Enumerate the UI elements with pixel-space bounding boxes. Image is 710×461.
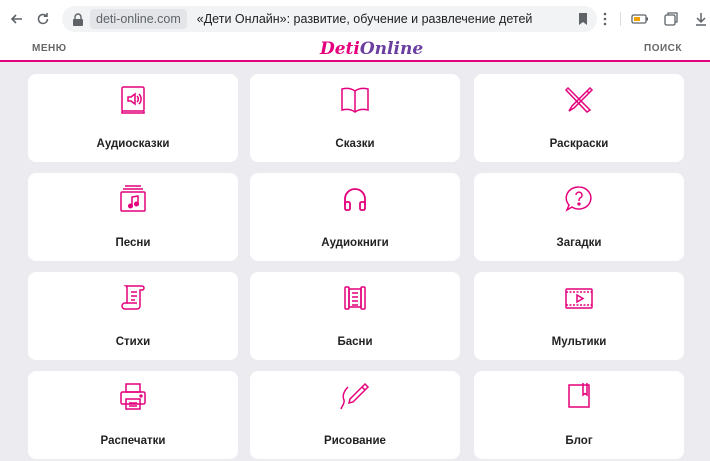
lock-icon <box>72 12 84 26</box>
question-bubble-icon <box>565 186 592 212</box>
battery-icon <box>630 10 650 28</box>
open-book-icon <box>341 87 369 113</box>
category-card-printables[interactable]: Распечатки <box>28 371 238 459</box>
category-card-blog[interactable]: Блог <box>474 371 684 459</box>
music-note-icon <box>120 185 146 212</box>
page-title: «Дети Онлайн»: развитие, обучение и разв… <box>196 12 533 26</box>
scroll-poem-icon <box>121 285 145 310</box>
notebook-icon <box>568 383 590 408</box>
category-card-audiobooks[interactable]: Аудиокниги <box>250 173 460 261</box>
category-card-coloring[interactable]: Раскраски <box>474 74 684 162</box>
category-card-fables[interactable]: Басни <box>250 272 460 360</box>
browser-toolbar: deti-online.com «Дети Онлайн»: развитие,… <box>0 0 710 38</box>
category-card-tales[interactable]: Сказки <box>250 74 460 162</box>
url-domain[interactable]: deti-online.com <box>90 9 187 29</box>
category-label: Песни <box>115 237 151 249</box>
category-card-drawing[interactable]: Рисование <box>250 371 460 459</box>
headphones-icon <box>344 188 366 211</box>
toolbar-divider <box>620 12 621 26</box>
menu-button[interactable]: МЕНЮ <box>32 43 67 54</box>
category-card-songs[interactable]: Песни <box>28 173 238 261</box>
category-label: Загадки <box>556 237 602 249</box>
category-label: Аудиокниги <box>321 237 389 249</box>
more-menu-icon[interactable] <box>598 10 612 28</box>
back-arrow-icon[interactable] <box>8 10 26 28</box>
speaker-book-icon <box>121 86 145 114</box>
printer-icon <box>120 383 146 410</box>
bookmark-icon[interactable] <box>575 10 591 28</box>
tabs-icon[interactable] <box>662 10 680 28</box>
search-button[interactable]: ПОИСК <box>644 43 682 54</box>
category-label: Басни <box>337 336 373 348</box>
category-card-cartoons[interactable]: Мультики <box>474 272 684 360</box>
category-label: Распечатки <box>100 435 166 447</box>
site-logo[interactable]: DetiOnline <box>320 39 423 59</box>
category-label: Сказки <box>335 138 375 150</box>
address-bar[interactable]: deti-online.com «Дети Онлайн»: развитие,… <box>62 6 597 32</box>
category-label: Стихи <box>115 336 151 348</box>
film-play-icon <box>565 288 593 309</box>
category-label: Блог <box>565 435 593 447</box>
category-card-riddles[interactable]: Загадки <box>474 173 684 261</box>
category-label: Мультики <box>551 336 607 348</box>
category-label: Рисование <box>324 435 386 447</box>
category-label: Аудиосказки <box>96 138 170 150</box>
download-icon[interactable] <box>692 10 710 28</box>
reload-icon[interactable] <box>34 10 52 28</box>
scroll-fable-icon <box>344 286 366 310</box>
pen-drawing-icon <box>340 382 370 410</box>
site-header: МЕНЮ DetiOnline ПОИСК <box>0 38 710 62</box>
pencil-brush-icon <box>564 86 594 113</box>
category-label: Раскраски <box>549 138 609 150</box>
category-card-audio-tales[interactable]: Аудиосказки <box>28 74 238 162</box>
category-card-poems[interactable]: Стихи <box>28 272 238 360</box>
